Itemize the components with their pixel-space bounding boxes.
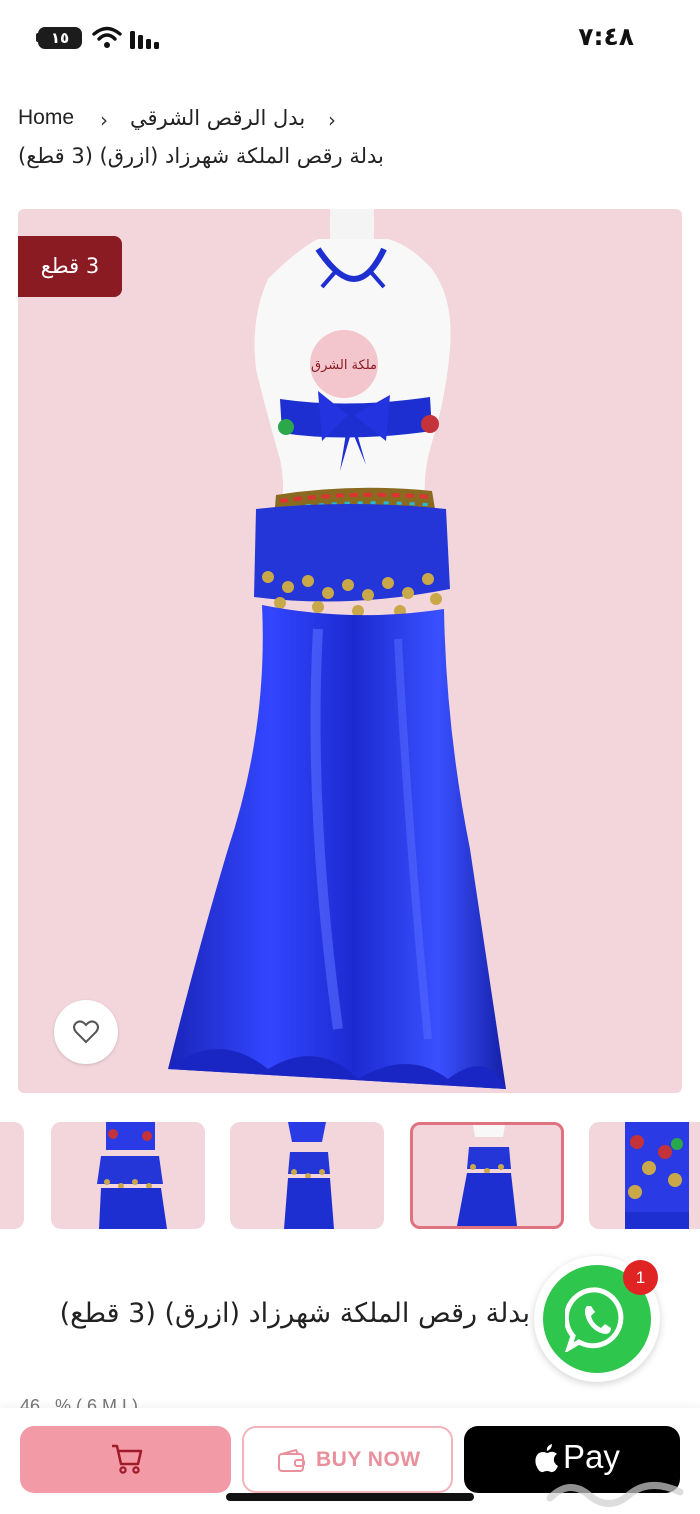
logo-text: ملكة الشرق — [311, 358, 377, 373]
thumbnail[interactable] — [51, 1122, 205, 1229]
clock: ٧:٤٨ — [578, 22, 634, 51]
thumbnail-strip — [0, 1122, 700, 1230]
heart-icon — [73, 1020, 99, 1044]
wallet-icon — [278, 1449, 305, 1472]
cart-icon — [112, 1444, 143, 1474]
breadcrumb-home-link[interactable]: Home — [18, 106, 74, 130]
add-to-cart-button[interactable] — [20, 1426, 231, 1493]
thumbnail-image — [625, 1122, 689, 1229]
thumbnail[interactable] — [0, 1122, 24, 1229]
whatsapp-notification-badge: 1 — [623, 1260, 658, 1295]
thumbnail-image — [0, 1122, 24, 1229]
product-photo: ملكة الشرق — [168, 209, 506, 1089]
thumbnail-image — [97, 1122, 167, 1229]
breadcrumb-current: بدلة رقص الملكة شهرزاد (ازرق) (3 قطع) — [18, 144, 384, 168]
product-title: بدلة رقص الملكة شهرزاد (ازرق) (3 قطع) — [59, 1298, 530, 1329]
home-indicator — [226, 1493, 474, 1501]
product-main-image[interactable]: ملكة الشرق 3 قطع — [18, 209, 682, 1093]
thumbnail-image — [457, 1125, 517, 1226]
buy-now-button[interactable]: BUY NOW — [242, 1426, 453, 1493]
breadcrumb: Home › بدل الرقص الشرقي › بدلة رقص الملك… — [18, 106, 398, 176]
thumbnail[interactable] — [230, 1122, 384, 1229]
wishlist-button[interactable] — [54, 1000, 118, 1064]
breadcrumb-separator: › — [328, 108, 336, 132]
wifi-icon — [92, 26, 122, 48]
breadcrumb-separator: › — [100, 108, 108, 132]
watermark-logo — [546, 1482, 684, 1507]
breadcrumb-category-link[interactable]: بدل الرقص الشرقي — [130, 106, 305, 130]
pieces-badge: 3 قطع — [18, 236, 122, 297]
thumbnail-active[interactable] — [410, 1122, 564, 1229]
thumbnail-image — [284, 1122, 334, 1229]
thumbnail[interactable] — [589, 1122, 700, 1229]
whatsapp-icon — [565, 1287, 624, 1352]
battery-level: ١٥ — [50, 29, 70, 47]
buy-now-label: BUY NOW — [316, 1448, 421, 1471]
signal-icon — [130, 31, 159, 49]
status-bar: ١٥ ٧:٤٨ — [0, 0, 700, 74]
